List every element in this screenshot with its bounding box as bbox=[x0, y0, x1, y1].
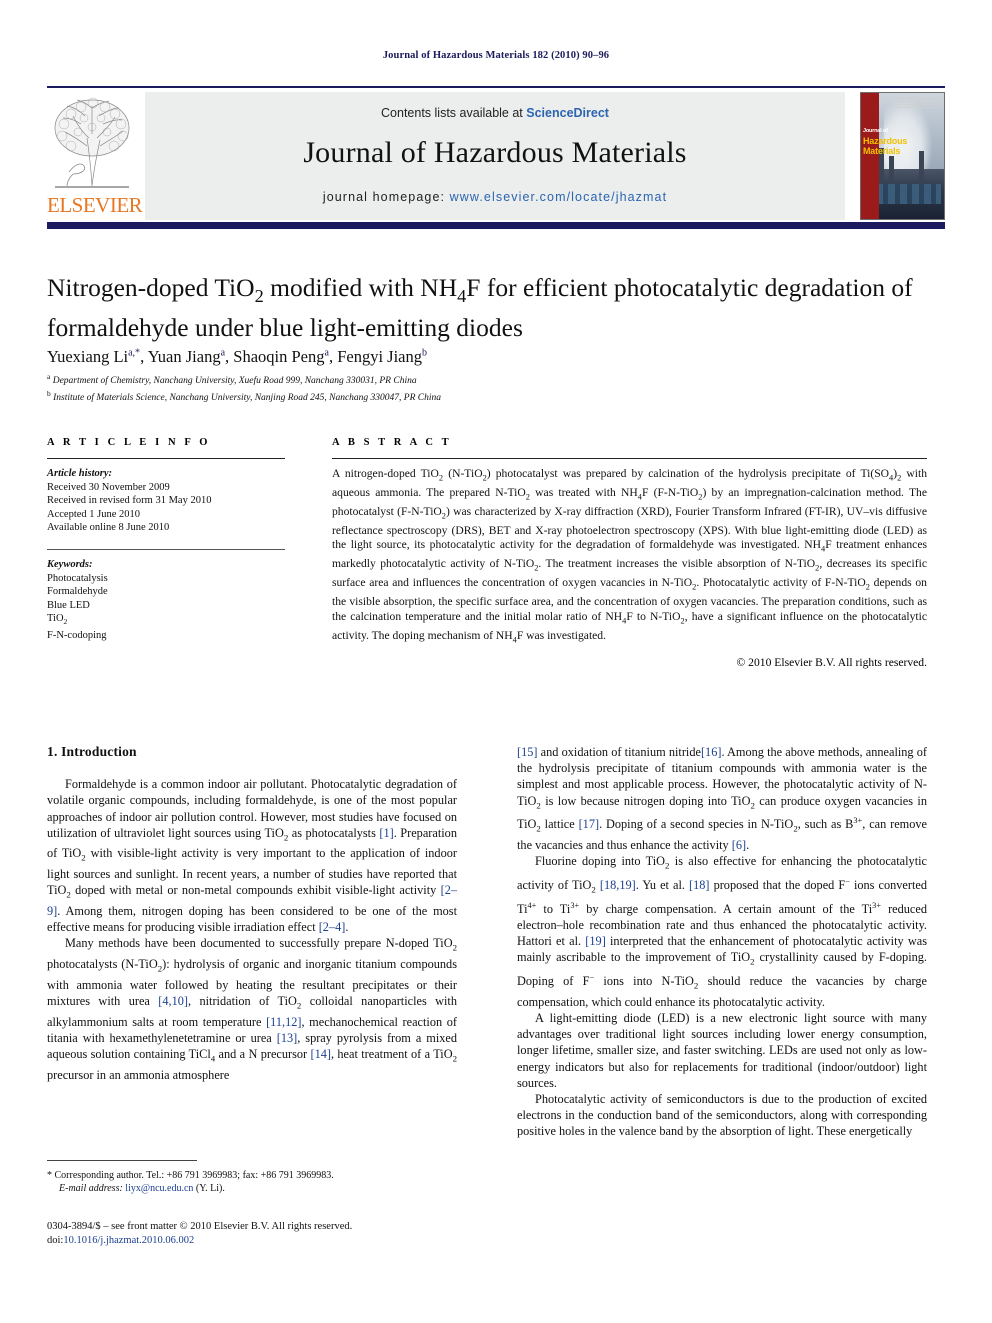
masthead-top-rule bbox=[47, 86, 945, 88]
author-email-link[interactable]: liyx@ncu.edu.cn bbox=[125, 1183, 193, 1194]
body-paragraph: Formaldehyde is a common indoor air poll… bbox=[47, 777, 457, 935]
body-paragraph: Photocatalytic activity of semiconductor… bbox=[517, 1091, 927, 1139]
journal-banner: Contents lists available at ScienceDirec… bbox=[145, 92, 845, 220]
masthead: ELSEVIER Contents lists available at Sci… bbox=[47, 92, 945, 220]
issn-line: 0304-3894/$ – see front matter © 2010 El… bbox=[47, 1221, 353, 1232]
cover-title-line1: Journal of bbox=[863, 127, 888, 134]
doi-line: doi:10.1016/j.jhazmat.2010.06.002 bbox=[47, 1234, 547, 1248]
keyword-item: F-N-codoping bbox=[47, 630, 107, 642]
body-column-right: [15] and oxidation of titanium nitride[1… bbox=[517, 744, 927, 1140]
affiliation-b: b Institute of Materials Science, Nancha… bbox=[47, 388, 442, 403]
history-item: Available online 8 June 2010 bbox=[47, 522, 170, 534]
homepage-label: journal homepage: bbox=[322, 190, 446, 204]
footnote-block: * Corresponding author. Tel.: +86 791 39… bbox=[47, 1169, 467, 1195]
footnote-divider bbox=[47, 1160, 197, 1161]
cover-title-line2: Hazardous bbox=[863, 135, 908, 146]
affiliation-a: a Department of Chemistry, Nanchang Univ… bbox=[47, 372, 417, 387]
journal-homepage-line: journal homepage: www.elsevier.com/locat… bbox=[145, 190, 845, 204]
sciencedirect-link[interactable]: ScienceDirect bbox=[526, 106, 609, 120]
email-label: E-mail address: bbox=[59, 1183, 123, 1194]
running-head: Journal of Hazardous Materials 182 (2010… bbox=[382, 50, 610, 61]
body-paragraph: Many methods have been documented to suc… bbox=[47, 936, 458, 1082]
divider bbox=[332, 458, 927, 459]
section-heading-introduction: 1. Introduction bbox=[47, 744, 137, 759]
cover-title-line3: Materials bbox=[863, 145, 901, 156]
keyword-item: Blue LED bbox=[47, 599, 90, 611]
divider bbox=[47, 458, 285, 459]
keyword-item: Formaldehyde bbox=[47, 586, 108, 598]
body-paragraph: [15] and oxidation of titanium nitride[1… bbox=[517, 745, 928, 853]
article-info-panel: A R T I C L E I N F O Article history: R… bbox=[47, 437, 285, 643]
body-paragraph: Fluorine doping into TiO2 is also effect… bbox=[517, 854, 928, 1009]
journal-cover-thumbnail: Journal of Hazardous Materials bbox=[860, 92, 945, 220]
elsevier-logo: ELSEVIER bbox=[47, 92, 143, 220]
body-column-left: 1. Introduction Formaldehyde is a common… bbox=[47, 744, 457, 1083]
corresponding-author-note: * Corresponding author. Tel.: +86 791 39… bbox=[47, 1170, 334, 1181]
cover-subtitle bbox=[863, 158, 929, 163]
journal-title: Journal of Hazardous Materials bbox=[303, 136, 687, 169]
article-page: Journal of Hazardous Materials 182 (2010… bbox=[0, 0, 992, 1323]
masthead-bottom-rule bbox=[47, 222, 945, 229]
doi-label: doi: bbox=[47, 1235, 64, 1246]
history-item: Received 30 November 2009 bbox=[47, 481, 170, 493]
elsevier-wordmark: ELSEVIER bbox=[47, 193, 143, 217]
article-history-label: Article history: bbox=[47, 468, 113, 479]
email-suffix: (Y. Li). bbox=[195, 1183, 225, 1194]
history-item: Received in revised form 31 May 2010 bbox=[47, 495, 212, 507]
journal-homepage-link[interactable]: www.elsevier.com/locate/jhazmat bbox=[450, 190, 668, 204]
elsevier-tree-icon bbox=[54, 97, 130, 188]
cover-header-mark bbox=[896, 98, 938, 108]
article-info-heading: A R T I C L E I N F O bbox=[47, 437, 211, 448]
abstract-panel: A B S T R A C T A nitrogen-doped TiO2 (N… bbox=[332, 437, 927, 669]
cover-title: Journal of Hazardous Materials bbox=[863, 126, 929, 163]
keyword-item: Photocatalysis bbox=[47, 572, 108, 584]
contents-prefix: Contents lists available at bbox=[381, 106, 523, 120]
author-list: Yuexiang Lia,*, Yuan Jianga, Shaoqin Pen… bbox=[47, 347, 427, 366]
keywords-label: Keywords: bbox=[47, 558, 93, 570]
page-title: Nitrogen-doped TiO2 modified with NH4F f… bbox=[47, 273, 913, 343]
abstract-heading: A B S T R A C T bbox=[332, 437, 452, 448]
keywords-list: Keywords: Photocatalysis Formaldehyde Bl… bbox=[47, 558, 285, 643]
body-paragraph: A light-emitting diode (LED) is a new el… bbox=[517, 1010, 927, 1090]
history-item: Accepted 1 June 2010 bbox=[47, 508, 141, 520]
abstract-text: A nitrogen-doped TiO2 (N-TiO2) photocata… bbox=[332, 467, 928, 644]
affiliations: a Department of Chemistry, Nanchang Univ… bbox=[47, 371, 927, 404]
contents-line: Contents lists available at ScienceDirec… bbox=[145, 106, 845, 120]
issn-copyright-block: 0304-3894/$ – see front matter © 2010 El… bbox=[47, 1220, 547, 1248]
keyword-item: TiO2 bbox=[47, 613, 68, 627]
article-history: Article history: Received 30 November 20… bbox=[47, 467, 285, 535]
abstract-copyright: © 2010 Elsevier B.V. All rights reserved… bbox=[736, 656, 927, 670]
doi-value[interactable]: 10.1016/j.jhazmat.2010.06.002 bbox=[63, 1235, 194, 1246]
email-note: E-mail address: liyx@ncu.edu.cn (Y. Li). bbox=[47, 1182, 467, 1195]
divider bbox=[47, 548, 285, 550]
